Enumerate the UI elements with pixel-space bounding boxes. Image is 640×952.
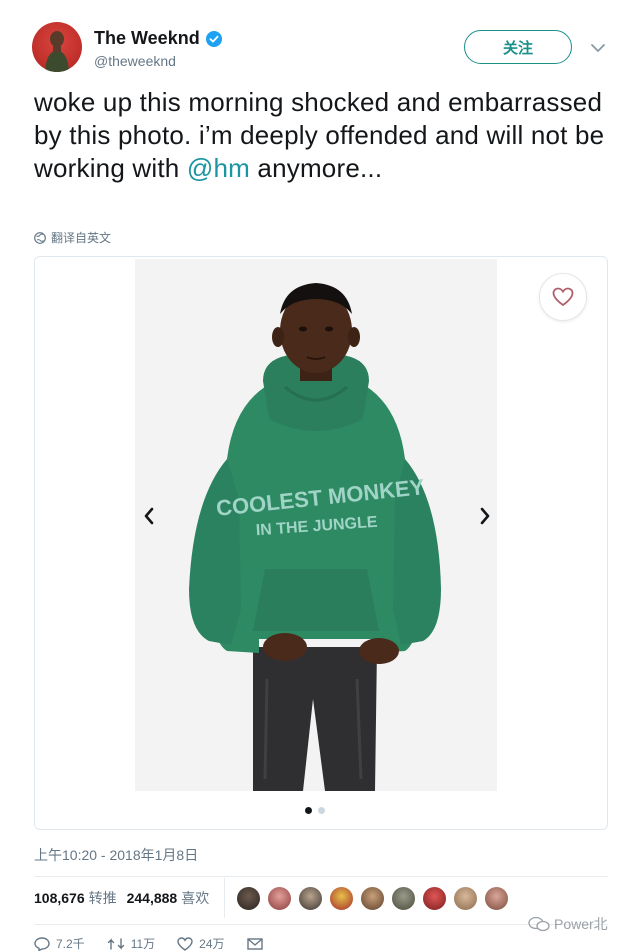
carousel-dot[interactable] bbox=[318, 807, 325, 814]
stats-separator bbox=[224, 878, 225, 918]
likes-label[interactable]: 喜欢 bbox=[181, 888, 209, 908]
liker-avatar[interactable] bbox=[453, 886, 478, 911]
like-button[interactable]: 24万 bbox=[177, 935, 225, 952]
chevron-right-icon bbox=[480, 507, 490, 525]
tweet-timestamp[interactable]: 上午10:20 - 2018年1月8日 bbox=[34, 845, 198, 865]
watermark-text: Power北 bbox=[554, 916, 608, 932]
globe-icon bbox=[34, 231, 46, 244]
display-name[interactable]: The Weeknd bbox=[94, 28, 200, 49]
likes-count[interactable]: 244,888 bbox=[127, 890, 178, 906]
like-count: 24万 bbox=[199, 937, 225, 951]
reply-button[interactable]: 7.2千 bbox=[34, 935, 85, 952]
save-heart-button[interactable] bbox=[539, 273, 587, 321]
retweets-label[interactable]: 转推 bbox=[89, 888, 117, 908]
wechat-icon bbox=[528, 916, 550, 932]
liker-avatar[interactable] bbox=[267, 886, 292, 911]
liker-avatar[interactable] bbox=[236, 886, 261, 911]
chevron-down-icon[interactable] bbox=[589, 39, 607, 57]
author-avatar[interactable] bbox=[32, 22, 82, 72]
liker-avatar[interactable] bbox=[329, 886, 354, 911]
liker-avatars bbox=[236, 886, 509, 911]
name-row: The Weeknd bbox=[94, 28, 222, 49]
retweets-count[interactable]: 108,676 bbox=[34, 890, 85, 906]
envelope-icon bbox=[246, 937, 263, 950]
product-photo[interactable]: COOLEST MONKEY IN THE JUNGLE bbox=[135, 259, 497, 791]
carousel-dot-active[interactable] bbox=[305, 807, 312, 814]
liker-avatar[interactable] bbox=[360, 886, 385, 911]
author-handle[interactable]: @theweeknd bbox=[94, 53, 176, 69]
media-card[interactable]: COOLEST MONKEY IN THE JUNGLE bbox=[34, 256, 608, 830]
verified-badge-icon bbox=[205, 30, 222, 47]
retweet-button[interactable]: 11万 bbox=[107, 935, 155, 952]
like-heart-icon bbox=[177, 936, 193, 951]
translate-label: 翻译自英文 bbox=[51, 231, 112, 245]
tweet-text: woke up this morning shocked and embarra… bbox=[34, 86, 608, 185]
tweet-header: The Weeknd @theweeknd 关注 bbox=[32, 22, 612, 76]
reply-count: 7.2千 bbox=[56, 937, 85, 951]
liker-avatar[interactable] bbox=[422, 886, 447, 911]
liker-avatar[interactable] bbox=[298, 886, 323, 911]
tweet-text-part: anymore... bbox=[250, 153, 383, 183]
next-image-button[interactable] bbox=[473, 501, 497, 531]
liker-avatar[interactable] bbox=[391, 886, 416, 911]
translate-link[interactable]: 翻译自英文 bbox=[34, 229, 111, 246]
retweet-count: 11万 bbox=[130, 937, 156, 951]
avatar-person-icon bbox=[45, 31, 69, 72]
previous-image-button[interactable] bbox=[137, 501, 161, 531]
reply-icon bbox=[34, 936, 50, 951]
tweet-actions: 7.2千 11万 24万 bbox=[34, 935, 263, 952]
divider bbox=[34, 876, 608, 877]
message-button[interactable] bbox=[246, 937, 263, 951]
carousel-dots bbox=[305, 807, 325, 814]
divider bbox=[34, 924, 608, 925]
follow-button[interactable]: 关注 bbox=[464, 30, 572, 64]
liker-avatar[interactable] bbox=[484, 886, 509, 911]
retweet-icon bbox=[107, 937, 124, 950]
child-in-hoodie-image: COOLEST MONKEY IN THE JUNGLE bbox=[135, 259, 497, 791]
heart-icon bbox=[552, 287, 574, 307]
engagement-stats: 108,676 转推 244,888 喜欢 bbox=[34, 888, 219, 908]
mention-link[interactable]: @hm bbox=[187, 153, 250, 183]
watermark: Power北 bbox=[528, 914, 608, 934]
chevron-left-icon bbox=[144, 507, 154, 525]
